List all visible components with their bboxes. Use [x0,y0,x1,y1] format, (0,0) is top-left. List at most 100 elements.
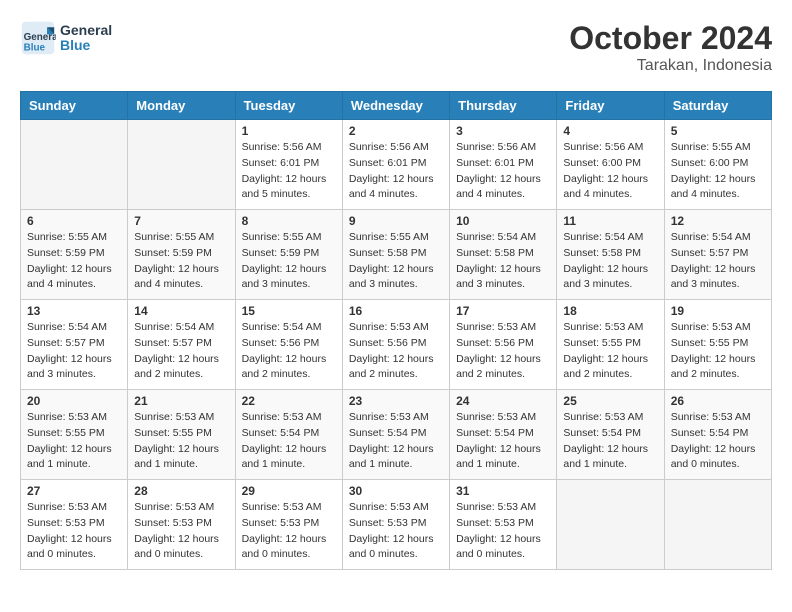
logo-text-general: General [60,23,112,38]
title-block: October 2024 Tarakan, Indonesia [569,20,772,75]
calendar-cell: 2 Sunrise: 5:56 AMSunset: 6:01 PMDaylight… [342,120,449,210]
calendar-cell: 23Sunrise: 5:53 AMSunset: 5:54 PMDayligh… [342,390,449,480]
cell-info: Sunrise: 5:54 AMSunset: 5:58 PMDaylight:… [456,230,550,293]
day-header-friday: Friday [557,92,664,120]
calendar-cell [664,480,771,570]
calendar-cell: 4 Sunrise: 5:56 AMSunset: 6:00 PMDaylight… [557,120,664,210]
calendar-header-row: SundayMondayTuesdayWednesdayThursdayFrid… [21,92,772,120]
day-header-monday: Monday [128,92,235,120]
day-number: 19 [671,304,765,318]
calendar-cell: 31Sunrise: 5:53 AMSunset: 5:53 PMDayligh… [450,480,557,570]
calendar-cell: 6 Sunrise: 5:55 AMSunset: 5:59 PMDaylight… [21,210,128,300]
calendar-cell: 19Sunrise: 5:53 AMSunset: 5:55 PMDayligh… [664,300,771,390]
calendar-cell: 1 Sunrise: 5:56 AMSunset: 6:01 PMDaylight… [235,120,342,210]
day-header-sunday: Sunday [21,92,128,120]
calendar-cell: 18 Sunrise: 5:53 AMSunset: 5:55 PMDayligh… [557,300,664,390]
cell-info: Sunrise: 5:54 AMSunset: 5:58 PMDaylight:… [563,230,657,293]
day-number: 7 [134,214,228,228]
day-number: 29 [242,484,336,498]
calendar-cell: 28 Sunrise: 5:53 AMSunset: 5:53 PMDayligh… [128,480,235,570]
cell-info: Sunrise: 5:53 AMSunset: 5:54 PMDaylight:… [671,410,765,473]
day-number: 1 [242,124,336,138]
cell-info: Sunrise: 5:55 AMSunset: 5:58 PMDaylight:… [349,230,443,293]
day-number: 4 [563,124,657,138]
cell-info: Sunrise: 5:55 AMSunset: 5:59 PMDaylight:… [27,230,121,293]
day-number: 3 [456,124,550,138]
day-number: 23 [349,394,443,408]
cell-info: Sunrise: 5:54 AMSunset: 5:57 PMDaylight:… [671,230,765,293]
cell-info: Sunrise: 5:53 AMSunset: 5:53 PMDaylight:… [134,500,228,563]
cell-info: Sunrise: 5:53 AMSunset: 5:54 PMDaylight:… [242,410,336,473]
day-number: 8 [242,214,336,228]
day-number: 22 [242,394,336,408]
day-number: 17 [456,304,550,318]
cell-info: Sunrise: 5:53 AMSunset: 5:55 PMDaylight:… [134,410,228,473]
day-number: 26 [671,394,765,408]
day-header-tuesday: Tuesday [235,92,342,120]
calendar-cell: 22 Sunrise: 5:53 AMSunset: 5:54 PMDayligh… [235,390,342,480]
cell-info: Sunrise: 5:53 AMSunset: 5:55 PMDaylight:… [27,410,121,473]
day-number: 14 [134,304,228,318]
day-number: 2 [349,124,443,138]
cell-info: Sunrise: 5:55 AMSunset: 5:59 PMDaylight:… [242,230,336,293]
cell-info: Sunrise: 5:53 AMSunset: 5:53 PMDaylight:… [349,500,443,563]
calendar-cell: 21 Sunrise: 5:53 AMSunset: 5:55 PMDayligh… [128,390,235,480]
cell-info: Sunrise: 5:53 AMSunset: 5:54 PMDaylight:… [563,410,657,473]
cell-info: Sunrise: 5:56 AMSunset: 6:00 PMDaylight:… [563,140,657,203]
cell-info: Sunrise: 5:56 AMSunset: 6:01 PMDaylight:… [242,140,336,203]
svg-text:Blue: Blue [24,43,46,54]
calendar-cell: 5 Sunrise: 5:55 AMSunset: 6:00 PMDaylight… [664,120,771,210]
cell-info: Sunrise: 5:56 AMSunset: 6:01 PMDaylight:… [349,140,443,203]
day-number: 6 [27,214,121,228]
cell-info: Sunrise: 5:53 AMSunset: 5:56 PMDaylight:… [456,320,550,383]
day-number: 21 [134,394,228,408]
calendar-cell: 9Sunrise: 5:55 AMSunset: 5:58 PMDaylight… [342,210,449,300]
day-header-wednesday: Wednesday [342,92,449,120]
calendar-cell: 16Sunrise: 5:53 AMSunset: 5:56 PMDayligh… [342,300,449,390]
cell-info: Sunrise: 5:55 AMSunset: 5:59 PMDaylight:… [134,230,228,293]
cell-info: Sunrise: 5:54 AMSunset: 5:57 PMDaylight:… [134,320,228,383]
cell-info: Sunrise: 5:53 AMSunset: 5:53 PMDaylight:… [242,500,336,563]
day-number: 12 [671,214,765,228]
day-number: 20 [27,394,121,408]
calendar-cell: 8 Sunrise: 5:55 AMSunset: 5:59 PMDaylight… [235,210,342,300]
calendar-cell: 15Sunrise: 5:54 AMSunset: 5:56 PMDayligh… [235,300,342,390]
calendar-week-row: 13 Sunrise: 5:54 AMSunset: 5:57 PMDayligh… [21,300,772,390]
calendar-week-row: 20 Sunrise: 5:53 AMSunset: 5:55 PMDayligh… [21,390,772,480]
calendar-cell [557,480,664,570]
calendar-cell: 17 Sunrise: 5:53 AMSunset: 5:56 PMDayligh… [450,300,557,390]
calendar-cell: 11Sunrise: 5:54 AMSunset: 5:58 PMDayligh… [557,210,664,300]
cell-info: Sunrise: 5:53 AMSunset: 5:56 PMDaylight:… [349,320,443,383]
logo-text-blue: Blue [60,38,112,53]
logo-icon: General Blue [20,20,56,56]
calendar-cell: 12 Sunrise: 5:54 AMSunset: 5:57 PMDayligh… [664,210,771,300]
calendar-cell: 13 Sunrise: 5:54 AMSunset: 5:57 PMDayligh… [21,300,128,390]
day-number: 25 [563,394,657,408]
month-year-title: October 2024 [569,20,772,57]
calendar-cell: 24 Sunrise: 5:53 AMSunset: 5:54 PMDayligh… [450,390,557,480]
cell-info: Sunrise: 5:53 AMSunset: 5:53 PMDaylight:… [456,500,550,563]
location-subtitle: Tarakan, Indonesia [569,57,772,75]
calendar-cell: 29 Sunrise: 5:53 AMSunset: 5:53 PMDayligh… [235,480,342,570]
calendar-cell: 26 Sunrise: 5:53 AMSunset: 5:54 PMDayligh… [664,390,771,480]
cell-info: Sunrise: 5:53 AMSunset: 5:55 PMDaylight:… [563,320,657,383]
day-number: 18 [563,304,657,318]
day-number: 28 [134,484,228,498]
calendar-cell: 3 Sunrise: 5:56 AMSunset: 6:01 PMDaylight… [450,120,557,210]
day-number: 24 [456,394,550,408]
calendar-cell: 10Sunrise: 5:54 AMSunset: 5:58 PMDayligh… [450,210,557,300]
cell-info: Sunrise: 5:55 AMSunset: 6:00 PMDaylight:… [671,140,765,203]
calendar-cell: 30Sunrise: 5:53 AMSunset: 5:53 PMDayligh… [342,480,449,570]
cell-info: Sunrise: 5:53 AMSunset: 5:54 PMDaylight:… [456,410,550,473]
cell-info: Sunrise: 5:54 AMSunset: 5:57 PMDaylight:… [27,320,121,383]
page-header: General Blue General Blue October 2024 T… [20,20,772,75]
calendar-cell [21,120,128,210]
calendar-cell: 25 Sunrise: 5:53 AMSunset: 5:54 PMDayligh… [557,390,664,480]
day-number: 5 [671,124,765,138]
cell-info: Sunrise: 5:53 AMSunset: 5:53 PMDaylight:… [27,500,121,563]
cell-info: Sunrise: 5:56 AMSunset: 6:01 PMDaylight:… [456,140,550,203]
calendar-week-row: 6 Sunrise: 5:55 AMSunset: 5:59 PMDaylight… [21,210,772,300]
calendar-cell [128,120,235,210]
day-number: 13 [27,304,121,318]
day-number: 27 [27,484,121,498]
